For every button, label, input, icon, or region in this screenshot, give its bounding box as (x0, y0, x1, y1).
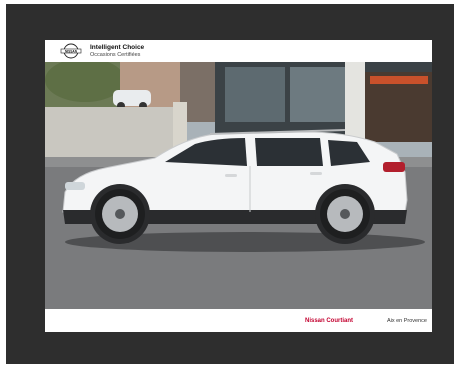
car-photo-illustration (45, 62, 432, 309)
brand-subtitle: Occasions Certifiées (90, 52, 141, 58)
dealer-footer: Nissan Courtiant Aix en Provence (45, 309, 432, 332)
listing-card: NISSAN Intelligent Choice Occasions Cert… (45, 40, 432, 332)
concrete-wall (45, 107, 175, 157)
logo-text: NISSAN (65, 49, 78, 53)
brand-header: NISSAN Intelligent Choice Occasions Cert… (45, 40, 432, 62)
front-wheel (95, 189, 145, 239)
rear-wheel (320, 189, 370, 239)
car-photo (45, 62, 432, 309)
taillight (383, 162, 405, 172)
brand-title: Intelligent Choice (90, 44, 145, 51)
rear-window (255, 138, 323, 166)
dealer-name: Nissan Courtiant (305, 318, 354, 324)
headlight (65, 182, 85, 190)
nissan-logo: NISSAN (60, 43, 82, 59)
dealer-city: Aix en Provence (386, 318, 427, 324)
